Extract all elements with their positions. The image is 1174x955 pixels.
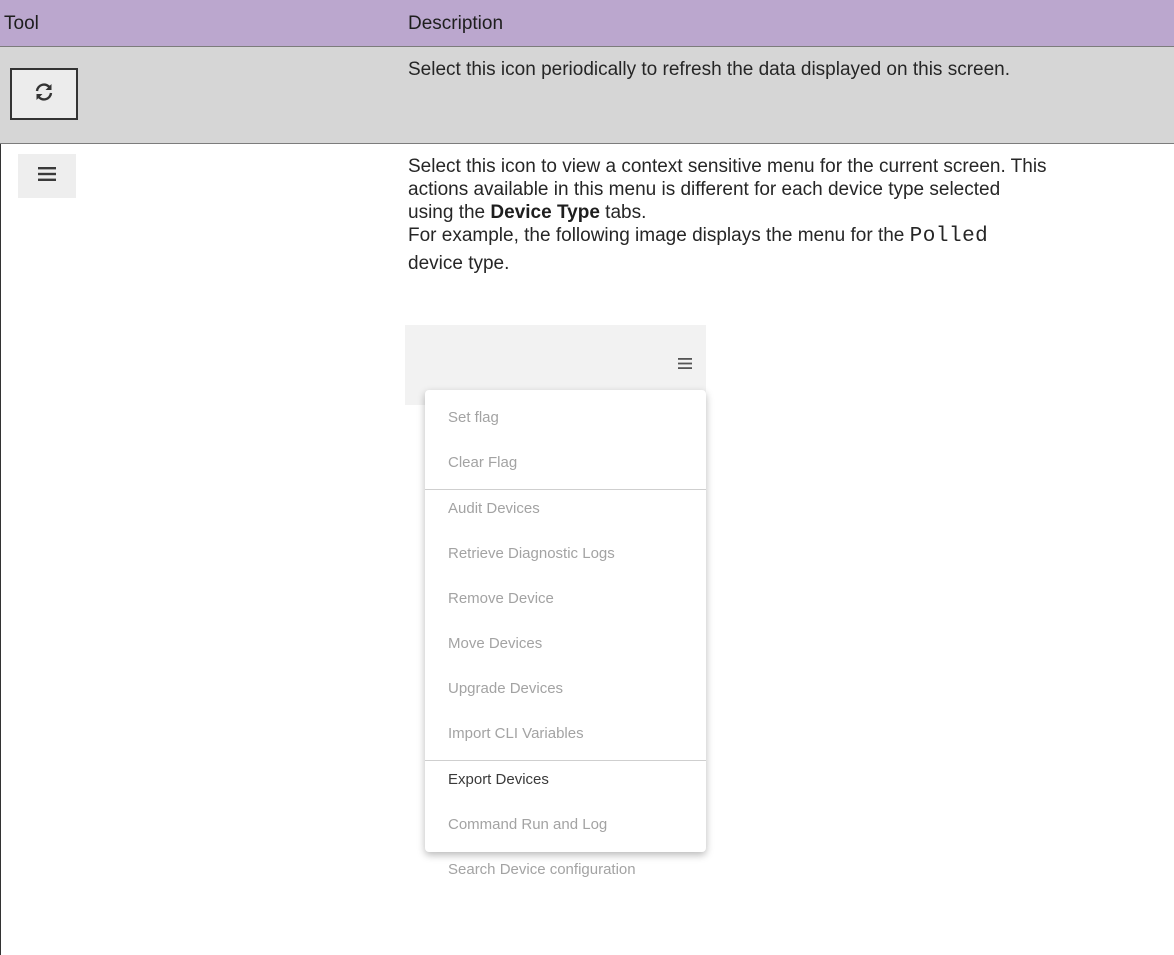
menu-item-audit-devices[interactable]: Audit Devices	[425, 487, 706, 531]
polled-code: Polled	[909, 225, 989, 248]
header-tool: Tool	[4, 13, 39, 34]
table-left-border	[0, 144, 1, 955]
menu-item-retrieve-diagnostic-logs[interactable]: Retrieve Diagnostic Logs	[425, 532, 706, 576]
menu-item-set-flag[interactable]: Set flag	[425, 396, 706, 440]
table-header-row: Tool Description	[0, 0, 1174, 47]
menu-item-clear-flag[interactable]: Clear Flag	[425, 441, 706, 485]
refresh-description: Select this icon periodically to refresh…	[408, 59, 1010, 80]
desc-line: using the Device Type tabs.	[408, 202, 647, 223]
desc-line: actions available in this menu is differ…	[408, 179, 1001, 200]
hamburger-menu-icon	[38, 166, 56, 186]
context-menu: Set flag Clear Flag Audit Devices Retrie…	[425, 390, 706, 878]
device-type-bold: Device Type	[490, 202, 600, 223]
menu-item-import-cli-variables[interactable]: Import CLI Variables	[425, 712, 706, 756]
header-description: Description	[408, 13, 504, 34]
menu-description: Select this icon to view a context sensi…	[408, 155, 1174, 275]
hamburger-menu-icon	[678, 356, 692, 374]
menu-item-search-device-configuration[interactable]: Search Device configuration	[425, 848, 706, 892]
menu-item-upgrade-devices[interactable]: Upgrade Devices	[425, 667, 706, 711]
desc-line: For example, the following image display…	[408, 225, 989, 248]
refresh-icon	[33, 82, 55, 107]
context-menu-button[interactable]	[18, 154, 76, 198]
menu-item-command-run-and-log[interactable]: Command Run and Log	[425, 803, 706, 847]
refresh-button[interactable]	[10, 68, 78, 120]
desc-line: Select this icon to view a context sensi…	[408, 156, 1047, 177]
menu-item-export-devices[interactable]: Export Devices	[425, 758, 706, 802]
table-row: Select this icon periodically to refresh…	[0, 47, 1174, 144]
tool-description-table: Tool Description Select this icon period…	[0, 0, 1174, 955]
desc-line: device type.	[408, 253, 510, 274]
menu-item-remove-device[interactable]: Remove Device	[425, 577, 706, 621]
menu-screenshot: Set flag Clear Flag Audit Devices Retrie…	[405, 325, 707, 878]
menu-item-move-devices[interactable]: Move Devices	[425, 622, 706, 666]
